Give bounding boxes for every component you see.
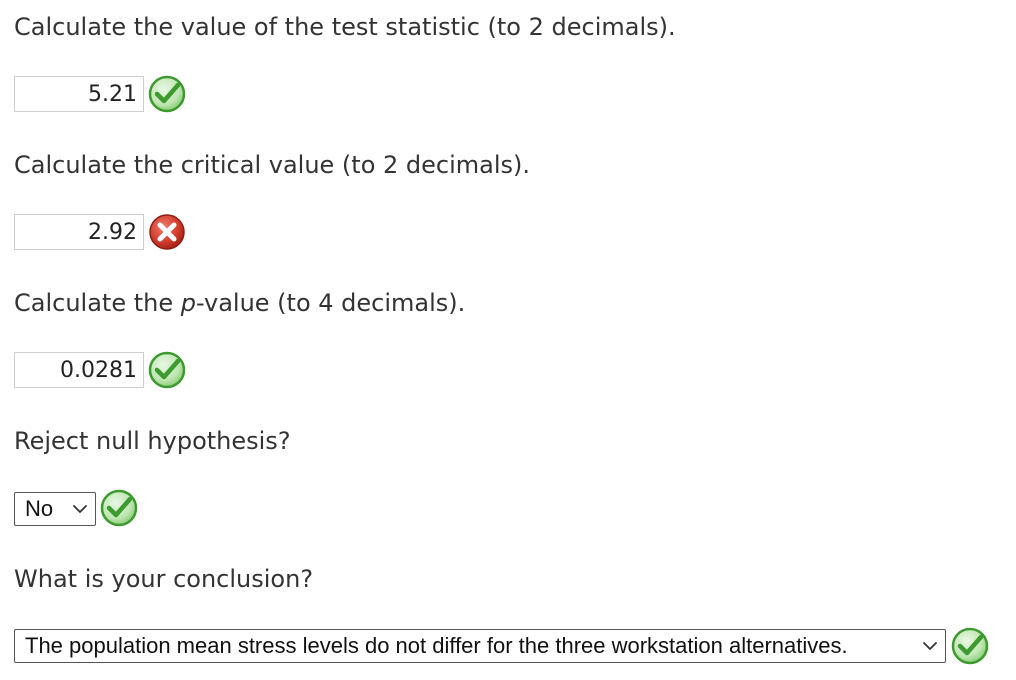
correct-check-icon — [148, 75, 186, 113]
p-value-prompt-start: Calculate the — [14, 289, 181, 317]
conclusion-selected-value: The population mean stress levels do not… — [25, 633, 848, 658]
question-p-value-prompt: Calculate the p-value (to 4 decimals). — [14, 288, 465, 318]
incorrect-x-icon — [149, 214, 185, 250]
reject-null-select[interactable]: No — [14, 492, 96, 526]
p-value-input[interactable] — [14, 352, 144, 388]
correct-check-icon — [951, 627, 989, 665]
question-reject-null-prompt: Reject null hypothesis? — [14, 427, 291, 455]
p-value-prompt-end: -value (to 4 decimals). — [195, 289, 466, 317]
test-statistic-input[interactable] — [14, 76, 144, 112]
chevron-down-icon — [923, 642, 937, 650]
question-test-statistic-prompt: Calculate the value of the test statisti… — [14, 13, 676, 41]
question-critical-value-prompt: Calculate the critical value (to 2 decim… — [14, 151, 531, 179]
chevron-down-icon — [73, 505, 87, 513]
p-value-prompt-italic: p — [180, 289, 196, 317]
question-page: Calculate the value of the test statisti… — [0, 0, 1016, 680]
question-conclusion-prompt: What is your conclusion? — [14, 565, 314, 593]
correct-check-icon — [148, 351, 186, 389]
correct-check-icon — [100, 489, 138, 527]
conclusion-select[interactable]: The population mean stress levels do not… — [14, 629, 946, 663]
reject-null-selected-value: No — [25, 496, 54, 521]
critical-value-input[interactable] — [14, 214, 144, 250]
